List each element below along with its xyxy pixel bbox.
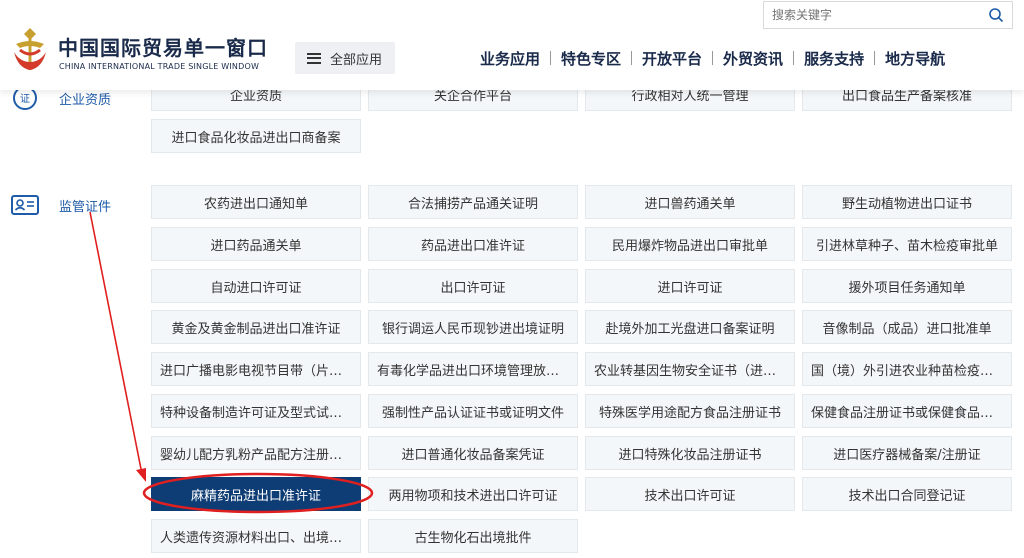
regulatory-item-label: 引进林草种子、苗木检疫审批单 — [815, 238, 998, 254]
regulatory-item[interactable]: 进口许可证 — [585, 269, 795, 303]
main-nav: 业务应用 特色专区 开放平台 外贸资讯 服务支持 地方导航 — [470, 48, 955, 68]
regulatory-item[interactable]: 农药进出口通知单 — [151, 185, 361, 219]
regulatory-item-label: 赴境外加工光盘进口备案证明 — [605, 321, 775, 337]
regulatory-item[interactable]: 赴境外加工光盘进口备案证明 — [585, 310, 795, 344]
regulatory-item[interactable]: 进口普通化妆品备案凭证 — [368, 436, 578, 470]
regulatory-item-label: 合法捕捞产品通关证明 — [407, 196, 538, 212]
regulatory-item[interactable]: 药品进出口准许证 — [368, 227, 578, 261]
regulatory-item-highlighted[interactable]: 麻精药品进出口准许证 — [151, 477, 361, 511]
regulatory-item-label: 进口广播电影电视节目带（片）... — [160, 363, 352, 379]
regulatory-item[interactable]: 合法捕捞产品通关证明 — [368, 185, 578, 219]
regulatory-item[interactable]: 强制性产品认证证书或证明文件 — [368, 394, 578, 428]
regulatory-item-label: 黄金及黄金制品进出口准许证 — [171, 321, 341, 337]
regulatory-item[interactable]: 进口特殊化妆品注册证书 — [585, 436, 795, 470]
regulatory-item-label: 特殊医学用途配方食品注册证书 — [598, 405, 781, 421]
regulatory-item[interactable]: 援外项目任务通知单 — [802, 269, 1012, 303]
brand-subtitle: CHINA INTERNATIONAL TRADE SINGLE WINDOW — [59, 62, 260, 71]
enterprise-item[interactable]: 进口食品化妆品进出口商备案 — [151, 119, 361, 153]
search-input[interactable] — [764, 2, 974, 28]
nav-local-navigation[interactable]: 地方导航 — [875, 48, 955, 69]
regulatory-item[interactable]: 引进林草种子、苗木检疫审批单 — [802, 227, 1012, 261]
regulatory-item[interactable]: 进口药品通关单 — [151, 227, 361, 261]
regulatory-item-label: 进口普通化妆品备案凭证 — [401, 447, 545, 463]
nav-business-apps[interactable]: 业务应用 — [470, 48, 550, 69]
nav-featured-zone[interactable]: 特色专区 — [551, 48, 631, 69]
customs-emblem-logo — [14, 28, 46, 70]
regulatory-item-label: 农药进出口通知单 — [203, 196, 308, 212]
id-card-icon — [11, 195, 39, 215]
svg-text:证: 证 — [20, 93, 30, 105]
menu-icon — [307, 52, 321, 64]
regulatory-item[interactable]: 特殊医学用途配方食品注册证书 — [585, 394, 795, 428]
regulatory-item-label: 出口许可证 — [440, 280, 506, 296]
regulatory-item[interactable]: 人类遗传资源材料出口、出境证明 — [151, 519, 361, 553]
regulatory-item[interactable]: 进口广播电影电视节目带（片）... — [151, 352, 361, 386]
regulatory-item[interactable]: 银行调运人民币现钞进出境证明 — [368, 310, 578, 344]
regulatory-item[interactable]: 自动进口许可证 — [151, 269, 361, 303]
site-header: 中国国际贸易单一窗口 CHINA INTERNATIONAL TRADE SIN… — [0, 0, 1024, 90]
regulatory-item[interactable]: 农业转基因生物安全证书（进口） — [585, 352, 795, 386]
regulatory-item[interactable]: 国（境）外引进农业种苗检疫审... — [802, 352, 1012, 386]
regulatory-item-label: 进口药品通关单 — [210, 238, 302, 254]
regulatory-item[interactable]: 出口许可证 — [368, 269, 578, 303]
nav-open-platform[interactable]: 开放平台 — [632, 48, 712, 69]
regulatory-item-label: 援外项目任务通知单 — [848, 280, 966, 296]
regulatory-item-label: 药品进出口准许证 — [420, 238, 525, 254]
regulatory-item[interactable]: 特种设备制造许可证及型式试验... — [151, 394, 361, 428]
regulatory-item-label: 古生物化石出境批件 — [414, 530, 532, 546]
annotation-arrow — [89, 211, 143, 475]
regulatory-item-label: 麻精药品进出口准许证 — [190, 488, 321, 504]
section-label-regulatory: 监管证件 — [10, 191, 111, 219]
regulatory-item-label: 民用爆炸物品进出口审批单 — [611, 238, 768, 254]
regulatory-item[interactable]: 进口兽药通关单 — [585, 185, 795, 219]
all-apps-button[interactable]: 全部应用 — [295, 42, 395, 74]
regulatory-item[interactable]: 技术出口合同登记证 — [802, 477, 1012, 511]
regulatory-item[interactable]: 音像制品（成品）进口批准单 — [802, 310, 1012, 344]
all-apps-label: 全部应用 — [330, 52, 383, 68]
regulatory-item-label: 音像制品（成品）进口批准单 — [822, 321, 992, 337]
regulatory-item[interactable]: 进口医疗器械备案/注册证 — [802, 436, 1012, 470]
brand-title: 中国国际贸易单一窗口 — [58, 36, 268, 60]
regulatory-item-label: 保健食品注册证书或保健食品备... — [811, 405, 1003, 421]
regulatory-item-label: 进口兽药通关单 — [644, 196, 736, 212]
regulatory-item-label: 进口许可证 — [657, 280, 723, 296]
regulatory-item-label: 农业转基因生物安全证书（进口） — [594, 363, 786, 379]
regulatory-item-label: 国（境）外引进农业种苗检疫审... — [811, 363, 1003, 379]
annotation-arrowhead — [136, 468, 146, 482]
regulatory-item-label: 两用物项和技术进出口许可证 — [388, 488, 558, 504]
regulatory-item-label: 婴幼儿配方乳粉产品配方注册证书 — [160, 447, 352, 463]
regulatory-item-label: 强制性产品认证证书或证明文件 — [381, 405, 564, 421]
regulatory-item[interactable]: 技术出口许可证 — [585, 477, 795, 511]
nav-service-support[interactable]: 服务支持 — [794, 48, 874, 69]
regulatory-item[interactable]: 民用爆炸物品进出口审批单 — [585, 227, 795, 261]
section-title-regulatory: 监管证件 — [59, 199, 112, 215]
regulatory-item-label: 进口特殊化妆品注册证书 — [618, 447, 762, 463]
section-title-enterprise: 企业资质 — [59, 92, 112, 108]
search-box — [763, 1, 1013, 29]
regulatory-item[interactable]: 婴幼儿配方乳粉产品配方注册证书 — [151, 436, 361, 470]
regulatory-item-label: 特种设备制造许可证及型式试验... — [160, 405, 352, 421]
regulatory-item[interactable]: 野生动植物进出口证书 — [802, 185, 1012, 219]
regulatory-item-label: 银行调运人民币现钞进出境证明 — [381, 321, 564, 337]
regulatory-item[interactable]: 保健食品注册证书或保健食品备... — [802, 394, 1012, 428]
regulatory-item[interactable]: 有毒化学品进出口环境管理放行... — [368, 352, 578, 386]
regulatory-item-label: 技术出口许可证 — [644, 488, 736, 504]
regulatory-item[interactable]: 古生物化石出境批件 — [368, 519, 578, 553]
regulatory-item-label: 自动进口许可证 — [210, 280, 302, 296]
regulatory-item-label: 进口医疗器械备案/注册证 — [833, 447, 981, 463]
regulatory-item[interactable]: 黄金及黄金制品进出口准许证 — [151, 310, 361, 344]
nav-trade-news[interactable]: 外贸资讯 — [713, 48, 793, 69]
regulatory-item-label: 有毒化学品进出口环境管理放行... — [377, 363, 569, 379]
search-icon[interactable] — [988, 7, 1004, 23]
regulatory-item[interactable]: 两用物项和技术进出口许可证 — [368, 477, 578, 511]
regulatory-item-label: 野生动植物进出口证书 — [841, 196, 972, 212]
regulatory-item-label: 技术出口合同登记证 — [848, 488, 966, 504]
regulatory-item-label: 人类遗传资源材料出口、出境证明 — [160, 530, 352, 546]
